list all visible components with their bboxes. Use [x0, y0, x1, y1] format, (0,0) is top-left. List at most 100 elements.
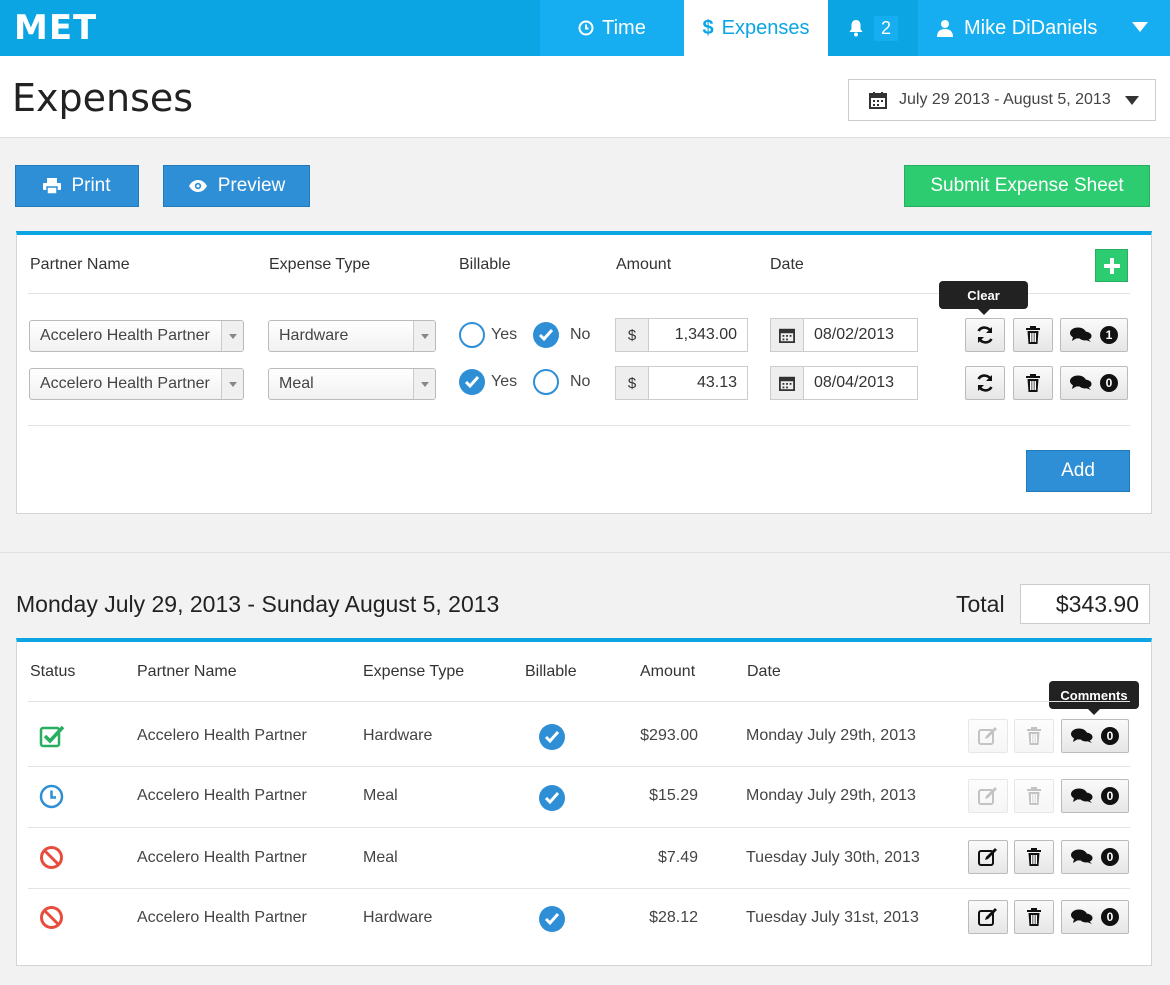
clear-button[interactable] [965, 366, 1005, 400]
row-partner: Accelero Health Partner [137, 849, 307, 866]
clear-button[interactable] [965, 318, 1005, 352]
comments-icon [1070, 327, 1092, 342]
rejected-status-icon [40, 906, 63, 929]
notifications-button[interactable]: 2 [828, 0, 918, 56]
comments-button[interactable]: 0 [1060, 366, 1128, 400]
no-label: No [570, 326, 591, 343]
col-header-expense-type: Expense Type [269, 256, 371, 273]
calendar-icon [869, 92, 887, 109]
comment-count: 0 [1100, 374, 1118, 392]
calendar-addon[interactable] [770, 318, 804, 352]
date-input[interactable]: 08/02/2013 [803, 318, 918, 352]
edit-button[interactable] [968, 719, 1008, 753]
billable-check-icon [539, 785, 565, 811]
amount-input[interactable]: 1,343.00 [648, 318, 748, 352]
comments-icon [1070, 375, 1092, 390]
col-header-partner-name: Partner Name [137, 663, 237, 680]
comments-icon [1071, 728, 1093, 743]
billable-yes-radio[interactable] [459, 369, 485, 395]
row-date: Tuesday July 30th, 2013 [746, 849, 920, 866]
delete-button[interactable] [1013, 366, 1053, 400]
amount-input[interactable]: 43.13 [648, 366, 748, 400]
col-header-status: Status [30, 663, 76, 680]
submit-expense-sheet-button[interactable]: Submit Expense Sheet [904, 165, 1150, 207]
col-header-date: Date [770, 256, 804, 273]
comments-icon [1071, 788, 1093, 803]
yes-label: Yes [491, 373, 518, 390]
billable-yes-radio[interactable] [459, 322, 485, 348]
edit-icon [978, 787, 997, 805]
page-header: Expenses July 29 2013 - August 5, 2013 [0, 56, 1170, 138]
printer-icon [43, 178, 62, 194]
select-arrow-icon [221, 369, 243, 399]
partner-select[interactable]: Accelero Health Partner [29, 320, 244, 352]
comment-count: 0 [1101, 787, 1119, 805]
col-header-amount: Amount [616, 256, 672, 273]
eye-icon [188, 180, 207, 192]
comment-count: 0 [1101, 908, 1119, 926]
select-arrow-icon [413, 321, 435, 351]
comments-button[interactable]: 0 [1061, 840, 1129, 874]
comment-count: 0 [1101, 727, 1119, 745]
date-range-select[interactable]: July 29 2013 - August 5, 2013 [848, 79, 1156, 121]
week-range-title: Monday July 29, 2013 - Sunday August 5, … [16, 591, 500, 617]
billable-no-radio[interactable] [533, 369, 559, 395]
row-partner: Accelero Health Partner [137, 787, 307, 804]
calendar-addon[interactable] [770, 366, 804, 400]
dollar-icon: $ [702, 16, 714, 39]
add-button[interactable]: Add [1026, 450, 1130, 492]
delete-button[interactable] [1013, 318, 1053, 352]
col-header-amount: Amount [640, 663, 696, 680]
edit-button[interactable] [968, 900, 1008, 934]
comments-button[interactable]: 0 [1061, 900, 1129, 934]
billable-no-radio[interactable] [533, 322, 559, 348]
print-button[interactable]: Print [15, 165, 139, 207]
nav-tab-expenses[interactable]: $ Expenses [684, 0, 828, 56]
expense-type-select[interactable]: Meal [268, 368, 436, 400]
total-label: Total [956, 591, 1005, 617]
user-icon [937, 20, 953, 37]
edit-icon [978, 908, 997, 926]
refresh-icon [977, 326, 993, 344]
user-name: Mike DiDaniels [964, 16, 1098, 39]
preview-button[interactable]: Preview [163, 165, 310, 207]
delete-button[interactable] [1014, 719, 1054, 753]
col-header-partner-name: Partner Name [30, 256, 130, 273]
partner-select-value: Accelero Health Partner [40, 375, 210, 392]
row-amount: $293.00 [640, 727, 698, 744]
check-icon [538, 329, 554, 342]
delete-button[interactable] [1014, 840, 1054, 874]
col-header-date: Date [747, 663, 781, 680]
col-header-billable: Billable [459, 256, 511, 273]
nav-tab-expenses-label: Expenses [721, 16, 810, 39]
comments-button[interactable]: 0 [1061, 719, 1129, 753]
row-amount: $15.29 [649, 787, 698, 804]
clear-tooltip: Clear [939, 281, 1028, 315]
expense-type-select-value: Meal [279, 375, 314, 392]
caret-down-icon [1132, 22, 1148, 32]
edit-button[interactable] [968, 840, 1008, 874]
section-divider [0, 552, 1170, 553]
comments-button[interactable]: 0 [1061, 779, 1129, 813]
partner-select[interactable]: Accelero Health Partner [29, 368, 244, 400]
row-partner: Accelero Health Partner [137, 909, 307, 926]
user-menu[interactable]: Mike DiDaniels [918, 0, 1170, 56]
delete-button[interactable] [1014, 779, 1054, 813]
edit-icon [978, 727, 997, 745]
edit-button[interactable] [968, 779, 1008, 813]
row-expense-type: Hardware [363, 727, 433, 744]
expense-type-select[interactable]: Hardware [268, 320, 436, 352]
date-input[interactable]: 08/04/2013 [803, 366, 918, 400]
comments-icon [1071, 909, 1093, 924]
comments-button[interactable]: 1 [1060, 318, 1128, 352]
divider [28, 827, 1130, 828]
add-row-button[interactable] [1095, 249, 1128, 282]
nav-tab-time[interactable]: Time [540, 0, 684, 56]
trash-icon [1026, 326, 1040, 344]
app-logo[interactable]: MET [14, 8, 97, 48]
delete-button[interactable] [1014, 900, 1054, 934]
total-value: $343.90 [1020, 584, 1150, 624]
divider [28, 425, 1130, 426]
edit-icon [978, 848, 997, 866]
col-header-billable: Billable [525, 663, 577, 680]
